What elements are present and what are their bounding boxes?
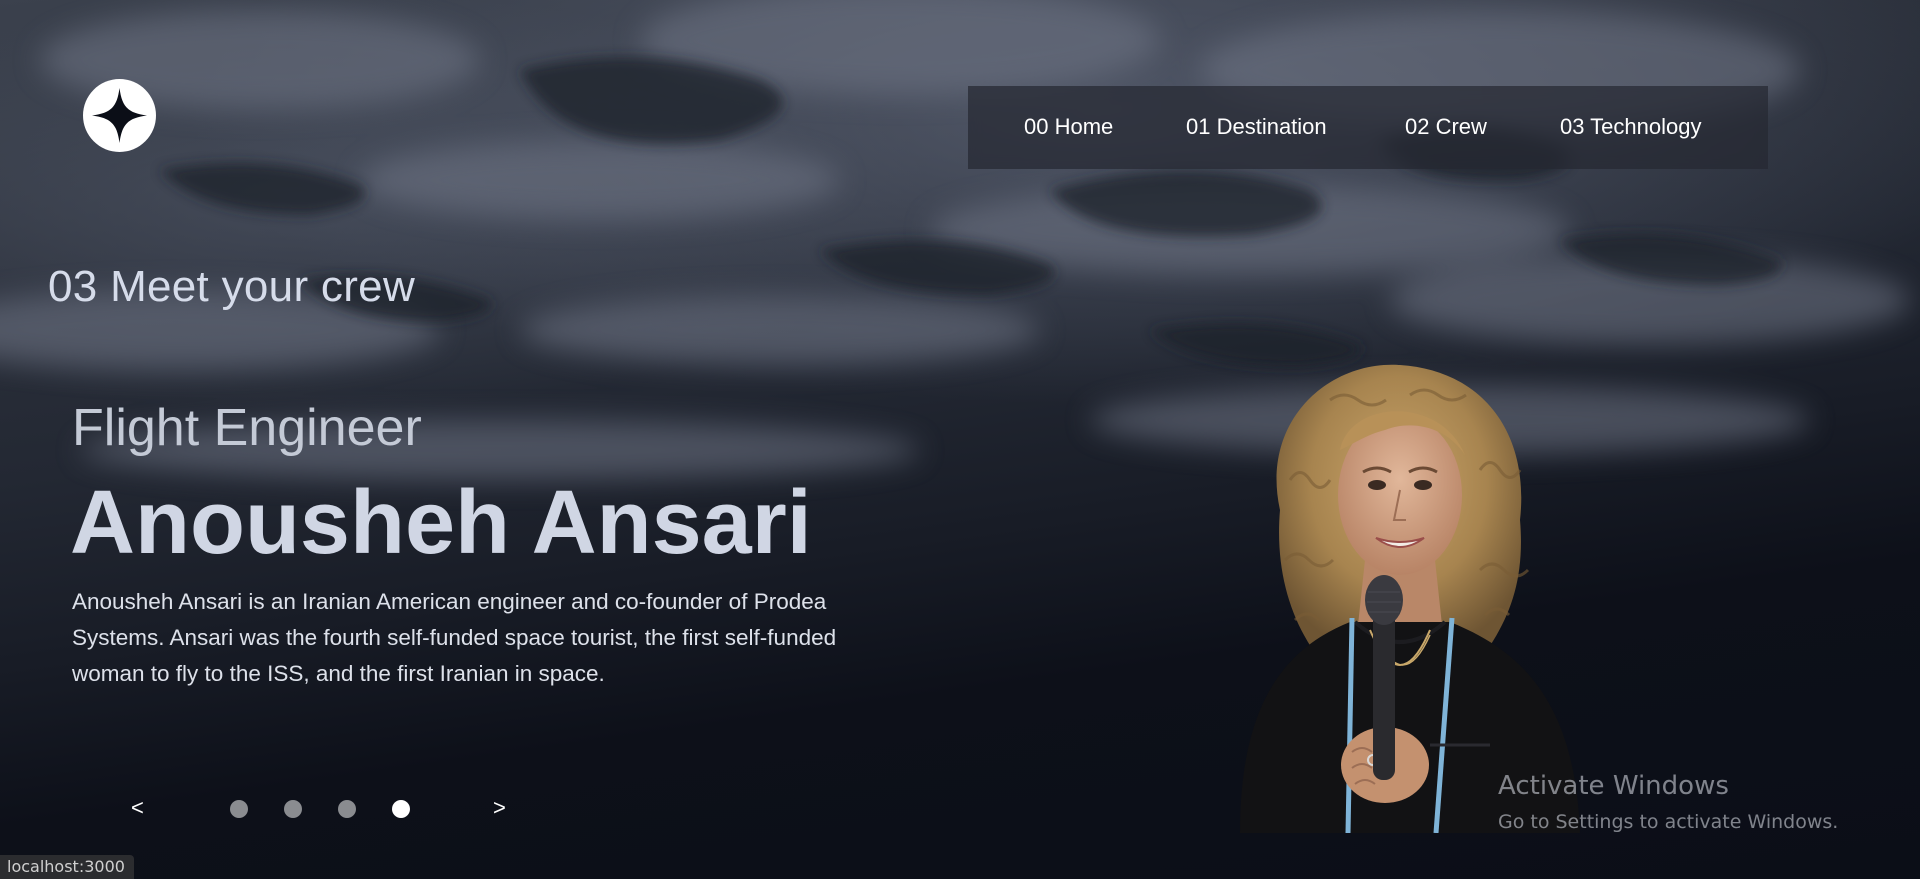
crew-name: Anousheh Ansari <box>70 473 812 573</box>
carousel-next-button[interactable]: > <box>493 795 506 821</box>
logo[interactable] <box>83 79 156 152</box>
activate-windows-title: Activate Windows <box>1498 771 1729 801</box>
nav-destination-link[interactable]: 01 Destination <box>1186 114 1327 140</box>
page-heading: 03 Meet your crew <box>48 262 416 311</box>
four-point-star-icon <box>83 79 156 152</box>
carousel-prev-button[interactable]: < <box>131 795 144 821</box>
crew-member-photo <box>1180 360 1620 834</box>
nav-technology-link[interactable]: 03 Technology <box>1560 114 1702 140</box>
carousel-dot-3[interactable] <box>338 800 356 818</box>
carousel-dot-2[interactable] <box>284 800 302 818</box>
crew-role: Flight Engineer <box>72 399 422 457</box>
nav-crew-link[interactable]: 02 Crew <box>1405 114 1487 140</box>
activate-windows-subtitle: Go to Settings to activate Windows. <box>1498 811 1839 833</box>
nav-home-link[interactable]: 00 Home <box>1024 114 1113 140</box>
status-bar-url: localhost:3000 <box>0 855 134 879</box>
carousel-dot-4[interactable] <box>392 800 410 818</box>
crew-bio: Anousheh Ansari is an Iranian American e… <box>72 589 837 686</box>
carousel-dot-1[interactable] <box>230 800 248 818</box>
primary-navigation: 00 Home 01 Destination 02 Crew 03 Techno… <box>968 86 1768 169</box>
